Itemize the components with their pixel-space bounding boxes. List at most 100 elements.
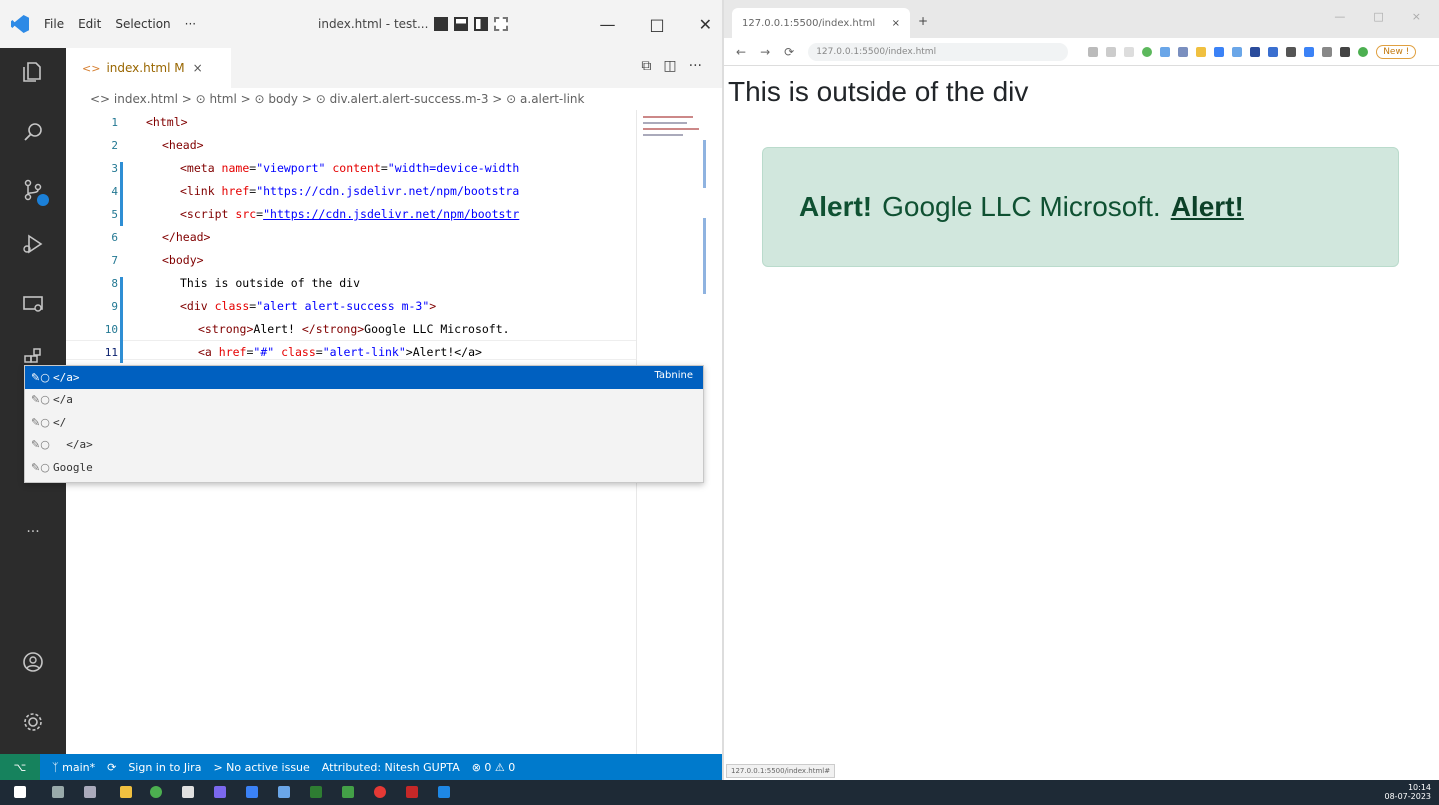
screen: File Edit Selection ··· index.html - tes… (0, 0, 1439, 805)
menu-more[interactable]: ··· (185, 17, 196, 31)
suggestion-widget: ✎○ </a> Tabnine ✎○ </a ✎○ </ ✎○ </a> ✎○ … (24, 365, 704, 483)
extension-icon[interactable] (1088, 46, 1099, 57)
suggestion-item[interactable]: ✎○ </a> Tabnine (25, 366, 703, 389)
active-issue[interactable]: > No active issue (213, 761, 309, 774)
tabnine-icon: ✎○ (31, 370, 50, 384)
toggle-secondary-sidebar-icon[interactable] (474, 17, 489, 31)
code-line-1: <html> (146, 115, 188, 129)
app-icon[interactable] (214, 786, 226, 798)
sync-icon[interactable]: ⟳ (107, 761, 116, 774)
app-icon[interactable] (374, 786, 386, 798)
extension-icon[interactable] (1178, 46, 1189, 57)
browser-tab[interactable]: 127.0.0.1:5500/index.html × (732, 8, 910, 38)
back-icon[interactable]: ← (736, 45, 746, 59)
suggestion-item[interactable]: ✎○ </a (25, 389, 703, 412)
breadcrumb[interactable]: <> index.html > ⊙ html > ⊙ body > ⊙ div.… (66, 88, 722, 110)
search-icon[interactable] (52, 786, 64, 798)
extension-icon[interactable] (1196, 46, 1207, 57)
system-clock[interactable]: 10:14 08-07-2023 (1385, 783, 1432, 801)
alert-text: Google LLC Microsoft. (882, 191, 1161, 222)
git-modified-marker (120, 277, 123, 363)
code-line-9: <div class="alert alert-success m-3"> (180, 299, 437, 313)
html-file-icon: <> (82, 61, 101, 75)
new-tab-button[interactable]: + (918, 14, 928, 28)
jira-sign-in[interactable]: Sign in to Jira (128, 761, 201, 774)
suggestion-item[interactable]: ✎○ </ (25, 411, 703, 434)
vscode-taskbar-icon[interactable] (438, 786, 450, 798)
open-preview-icon[interactable]: ⧉ (641, 58, 651, 74)
toggle-panel-icon[interactable] (454, 17, 469, 31)
update-button[interactable]: New ! (1376, 44, 1417, 59)
extension-icon[interactable] (1340, 46, 1351, 57)
editor-tabs: <> index.html M × ⧉ ◫ ··· (66, 48, 722, 88)
chrome-icon[interactable] (150, 786, 162, 798)
menu-edit[interactable]: Edit (78, 17, 101, 31)
profile-avatar[interactable] (1358, 46, 1369, 57)
branch-indicator[interactable]: ᛉ main* (52, 761, 95, 774)
extension-icon[interactable] (1322, 46, 1333, 57)
file-explorer-icon[interactable] (120, 786, 132, 798)
extension-icon[interactable] (1106, 46, 1117, 57)
tab-close-icon[interactable]: × (193, 61, 203, 75)
git-author[interactable]: Attributed: Nitesh GUPTA (322, 761, 460, 774)
app-icon[interactable] (310, 786, 322, 798)
app-icon[interactable] (246, 786, 258, 798)
menu-file[interactable]: File (44, 17, 64, 31)
forward-icon[interactable]: → (760, 45, 770, 59)
minimize-icon[interactable]: — (1334, 10, 1345, 23)
extension-icon[interactable] (1268, 46, 1279, 57)
search-icon[interactable] (19, 118, 47, 146)
suggestion-item[interactable]: ✎○ Google (25, 456, 703, 479)
reload-icon[interactable]: ⟳ (784, 45, 794, 59)
maximize-icon[interactable]: □ (1373, 10, 1383, 23)
app-icon[interactable] (278, 786, 290, 798)
scroll-indicator (703, 218, 706, 294)
suggestion-item[interactable]: ✎○ </a> (25, 434, 703, 457)
task-view-icon[interactable] (84, 786, 96, 798)
app-icon[interactable] (406, 786, 418, 798)
extension-icon[interactable] (1142, 46, 1153, 57)
toggle-sidebar-icon[interactable] (434, 17, 449, 31)
extension-icon[interactable] (1286, 46, 1297, 57)
remote-explorer-icon[interactable] (19, 290, 47, 318)
app-icon[interactable] (182, 786, 194, 798)
extension-icon[interactable] (1160, 46, 1171, 57)
extension-icon[interactable] (1304, 46, 1315, 57)
customize-layout-icon[interactable] (494, 17, 509, 31)
extension-icon[interactable] (1124, 46, 1135, 57)
title-center: index.html - test... (318, 0, 509, 48)
maximize-icon[interactable]: □ (649, 15, 664, 34)
explorer-icon[interactable] (19, 58, 47, 86)
url-field[interactable]: 127.0.0.1:5500/index.html (808, 42, 1069, 61)
tab-close-icon[interactable]: × (892, 18, 900, 29)
close-icon[interactable]: × (1412, 10, 1421, 23)
run-debug-icon[interactable] (19, 230, 47, 258)
tabnine-icon: ✎○ (31, 393, 50, 407)
close-icon[interactable]: ✕ (699, 15, 712, 34)
problems-indicator[interactable]: ⊗ 0 ⚠ 0 (472, 761, 516, 774)
scroll-indicator (703, 140, 706, 188)
split-editor-icon[interactable]: ◫ (663, 58, 676, 74)
extension-icon[interactable] (1214, 46, 1225, 57)
line-number: 5 (111, 208, 118, 221)
start-icon[interactable] (14, 786, 26, 798)
code-line-4: <link href="https://cdn.jsdelivr.net/npm… (180, 184, 520, 198)
vscode-logo-icon (0, 0, 40, 48)
menu-selection[interactable]: Selection (115, 17, 170, 31)
minimize-icon[interactable]: — (599, 15, 615, 34)
tab-index-html[interactable]: <> index.html M × (66, 48, 231, 88)
web-page: This is outside of the div Alert! Google… (724, 66, 1439, 780)
tabnine-icon: ✎○ (31, 438, 50, 452)
more-actions-icon[interactable]: ··· (689, 58, 702, 74)
app-icon[interactable] (342, 786, 354, 798)
extension-icon[interactable] (1250, 46, 1261, 57)
settings-gear-icon[interactable] (19, 708, 47, 736)
extension-icon[interactable] (1232, 46, 1243, 57)
source-control-icon[interactable] (19, 176, 49, 206)
minimap-line (643, 122, 687, 124)
status-bar: ⌥ ᛉ main* ⟳ Sign in to Jira > No active … (0, 754, 722, 780)
remote-indicator-icon[interactable]: ⌥ (0, 754, 40, 780)
more-views-icon[interactable]: ··· (19, 518, 47, 546)
alert-link[interactable]: Alert! (1171, 191, 1244, 223)
accounts-icon[interactable] (19, 648, 47, 676)
